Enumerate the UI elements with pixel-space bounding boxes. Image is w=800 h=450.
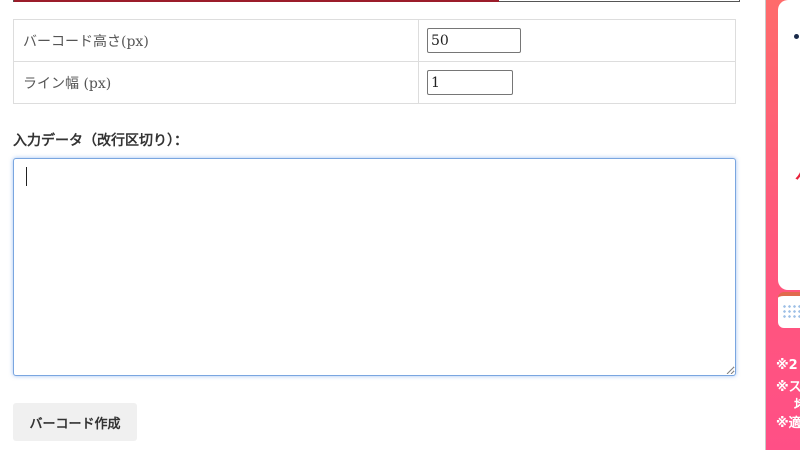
ad-image-area — [778, 0, 800, 290]
barcode-height-input[interactable] — [427, 28, 521, 53]
input-data-textarea[interactable] — [13, 158, 736, 376]
ad-dot-icon — [794, 34, 799, 39]
input-data-label: 入力データ（改行区切り）： — [13, 133, 188, 149]
text-caret — [26, 167, 27, 186]
line-width-label: ライン幅 (px) — [13, 61, 419, 104]
top-progress-fill — [14, 0, 499, 2]
line-width-input[interactable] — [427, 70, 513, 95]
ad-note-2: ※ス — [776, 380, 800, 395]
ad-note-4: ※適 — [776, 416, 800, 431]
page: バーコード高さ(px) ライン幅 (px) 入力データ（改行区切り）： バーコー… — [0, 0, 800, 450]
resize-grip-icon[interactable] — [726, 366, 734, 374]
ad-calendar-card — [778, 292, 800, 328]
top-progress-bar — [13, 0, 740, 2]
line-width-cell — [418, 61, 736, 104]
table-row: バーコード高さ(px) — [13, 19, 736, 62]
calendar-grid-icon — [782, 304, 800, 318]
barcode-height-cell — [418, 19, 736, 62]
settings-table: バーコード高さ(px) ライン幅 (px) — [13, 19, 736, 104]
create-barcode-button[interactable]: バーコード作成 — [13, 403, 137, 441]
table-row: ライン幅 (px) — [13, 61, 736, 104]
ad-glyph: 々 — [794, 160, 800, 189]
ad-note-1: ※2 — [776, 358, 798, 373]
barcode-height-label: バーコード高さ(px) — [13, 19, 419, 62]
ad-note-3: 堵 — [794, 394, 800, 413]
ad-banner[interactable]: 々 ※2 ※ス 堵 ※適 — [766, 0, 800, 450]
